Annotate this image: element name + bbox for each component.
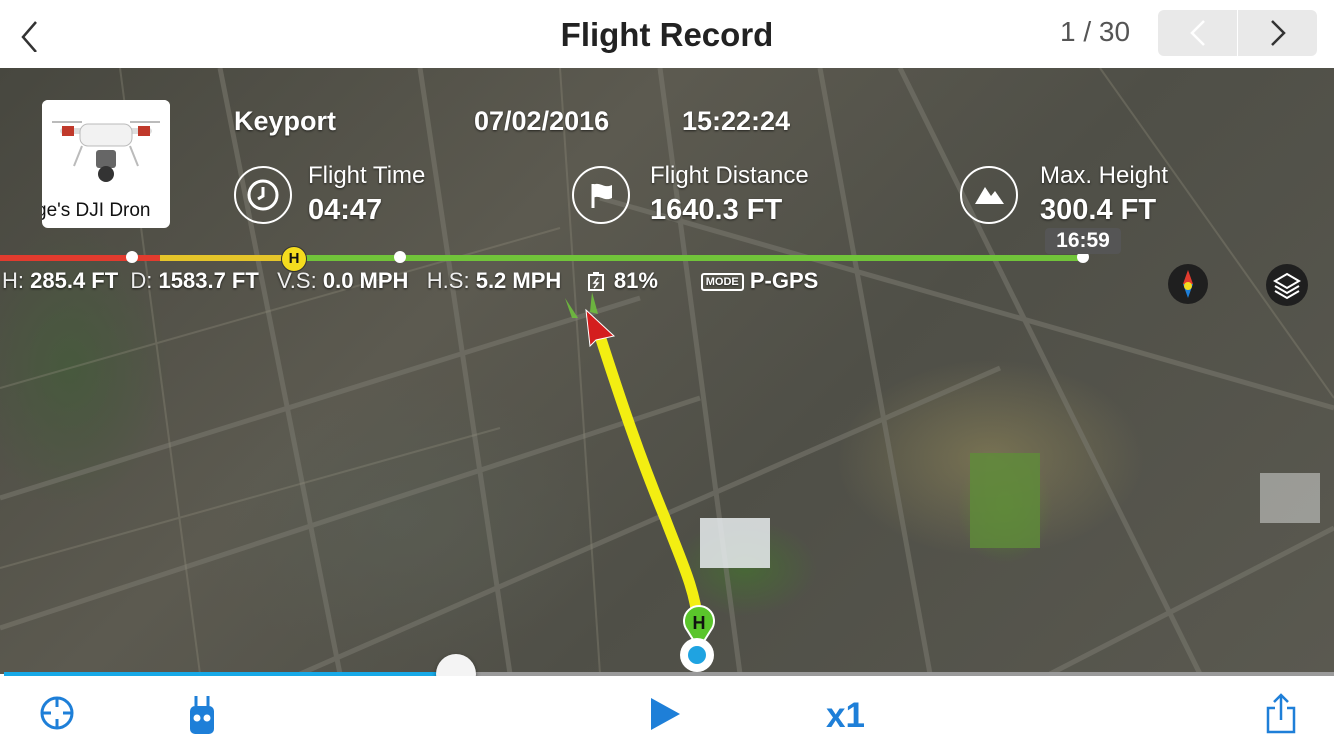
remote-controller-button[interactable] <box>188 694 216 736</box>
compass-button[interactable] <box>1168 264 1208 304</box>
vertical-speed-label: V.S: <box>277 268 317 293</box>
share-button[interactable] <box>1264 692 1298 734</box>
remote-controller-icon <box>190 696 214 734</box>
battery-value: 81% <box>613 268 658 293</box>
timeline-segment-yellow <box>160 255 292 261</box>
compass-icon <box>1183 270 1193 298</box>
aircraft-name: ge's DJI Dron <box>42 200 151 221</box>
map-layers-button[interactable] <box>1266 264 1308 306</box>
horizontal-speed-label: H.S: <box>426 268 470 293</box>
max-height-label: Max. Height <box>1040 162 1169 189</box>
drone-image <box>42 100 170 200</box>
chevron-left-icon <box>1189 20 1205 46</box>
distance-value: 1583.7 FT <box>158 268 259 293</box>
timeline-event-dot[interactable] <box>394 251 406 263</box>
vertical-speed-value: 0.0 MPH <box>322 268 409 293</box>
telemetry-bar: H: 285.4 FT D: 1583.7 FT V.S: 0.0 MPH H.… <box>2 268 818 294</box>
flight-distance-label: Flight Distance <box>650 162 809 189</box>
share-icon <box>1266 693 1296 734</box>
playback-controls: x1 <box>0 676 1334 750</box>
timeline-segment-green <box>292 255 1084 261</box>
flight-time-value: 04:47 <box>308 194 383 226</box>
chevron-left-icon <box>21 21 37 53</box>
height-label: H: <box>2 268 24 293</box>
flight-time-label: Flight Time <box>308 162 426 189</box>
layers-icon <box>1273 272 1301 300</box>
mountain-icon <box>960 166 1018 224</box>
flight-mode-value: P-GPS <box>749 268 819 293</box>
record-pager <box>1158 10 1317 56</box>
play-button[interactable] <box>648 696 682 732</box>
locate-aircraft-button[interactable] <box>38 694 76 732</box>
distance-label: D: <box>130 268 153 293</box>
crosshair-icon <box>40 696 74 730</box>
play-icon <box>651 698 680 730</box>
aircraft-card: ge's DJI Dron <box>42 100 170 228</box>
battery-icon <box>587 272 604 292</box>
height-value: 285.4 FT <box>30 268 119 293</box>
aircraft-start-marker <box>680 638 714 672</box>
max-height-value: 300.4 FT <box>1040 194 1157 226</box>
timeline-end-time: 16:59 <box>1045 228 1121 254</box>
header-bar: Flight Record 1 / 30 <box>0 0 1334 68</box>
mode-badge: MODE <box>700 273 744 292</box>
page-counter: 1 / 30 <box>1059 16 1131 47</box>
svg-text:H: H <box>693 613 706 633</box>
flight-start-time: 15:22:24 <box>682 106 791 136</box>
flight-location: Keyport <box>234 106 337 136</box>
flight-path <box>565 292 704 629</box>
timeline-event-dot[interactable] <box>126 251 138 263</box>
playback-speed-button[interactable]: x1 <box>826 696 865 736</box>
flag-icon <box>572 166 630 224</box>
flight-distance-value: 1640.3 FT <box>650 194 783 226</box>
chevron-right-icon <box>1270 20 1286 46</box>
next-record-button[interactable] <box>1238 10 1317 56</box>
flight-map[interactable]: H ge's DJI Dron Keyport 07/02/2016 15:22… <box>0 68 1334 674</box>
previous-record-button[interactable] <box>1158 10 1237 56</box>
flight-date: 07/02/2016 <box>474 106 610 136</box>
horizontal-speed-value: 5.2 MPH <box>475 268 562 293</box>
back-button[interactable] <box>14 18 48 53</box>
clock-icon <box>234 166 292 224</box>
